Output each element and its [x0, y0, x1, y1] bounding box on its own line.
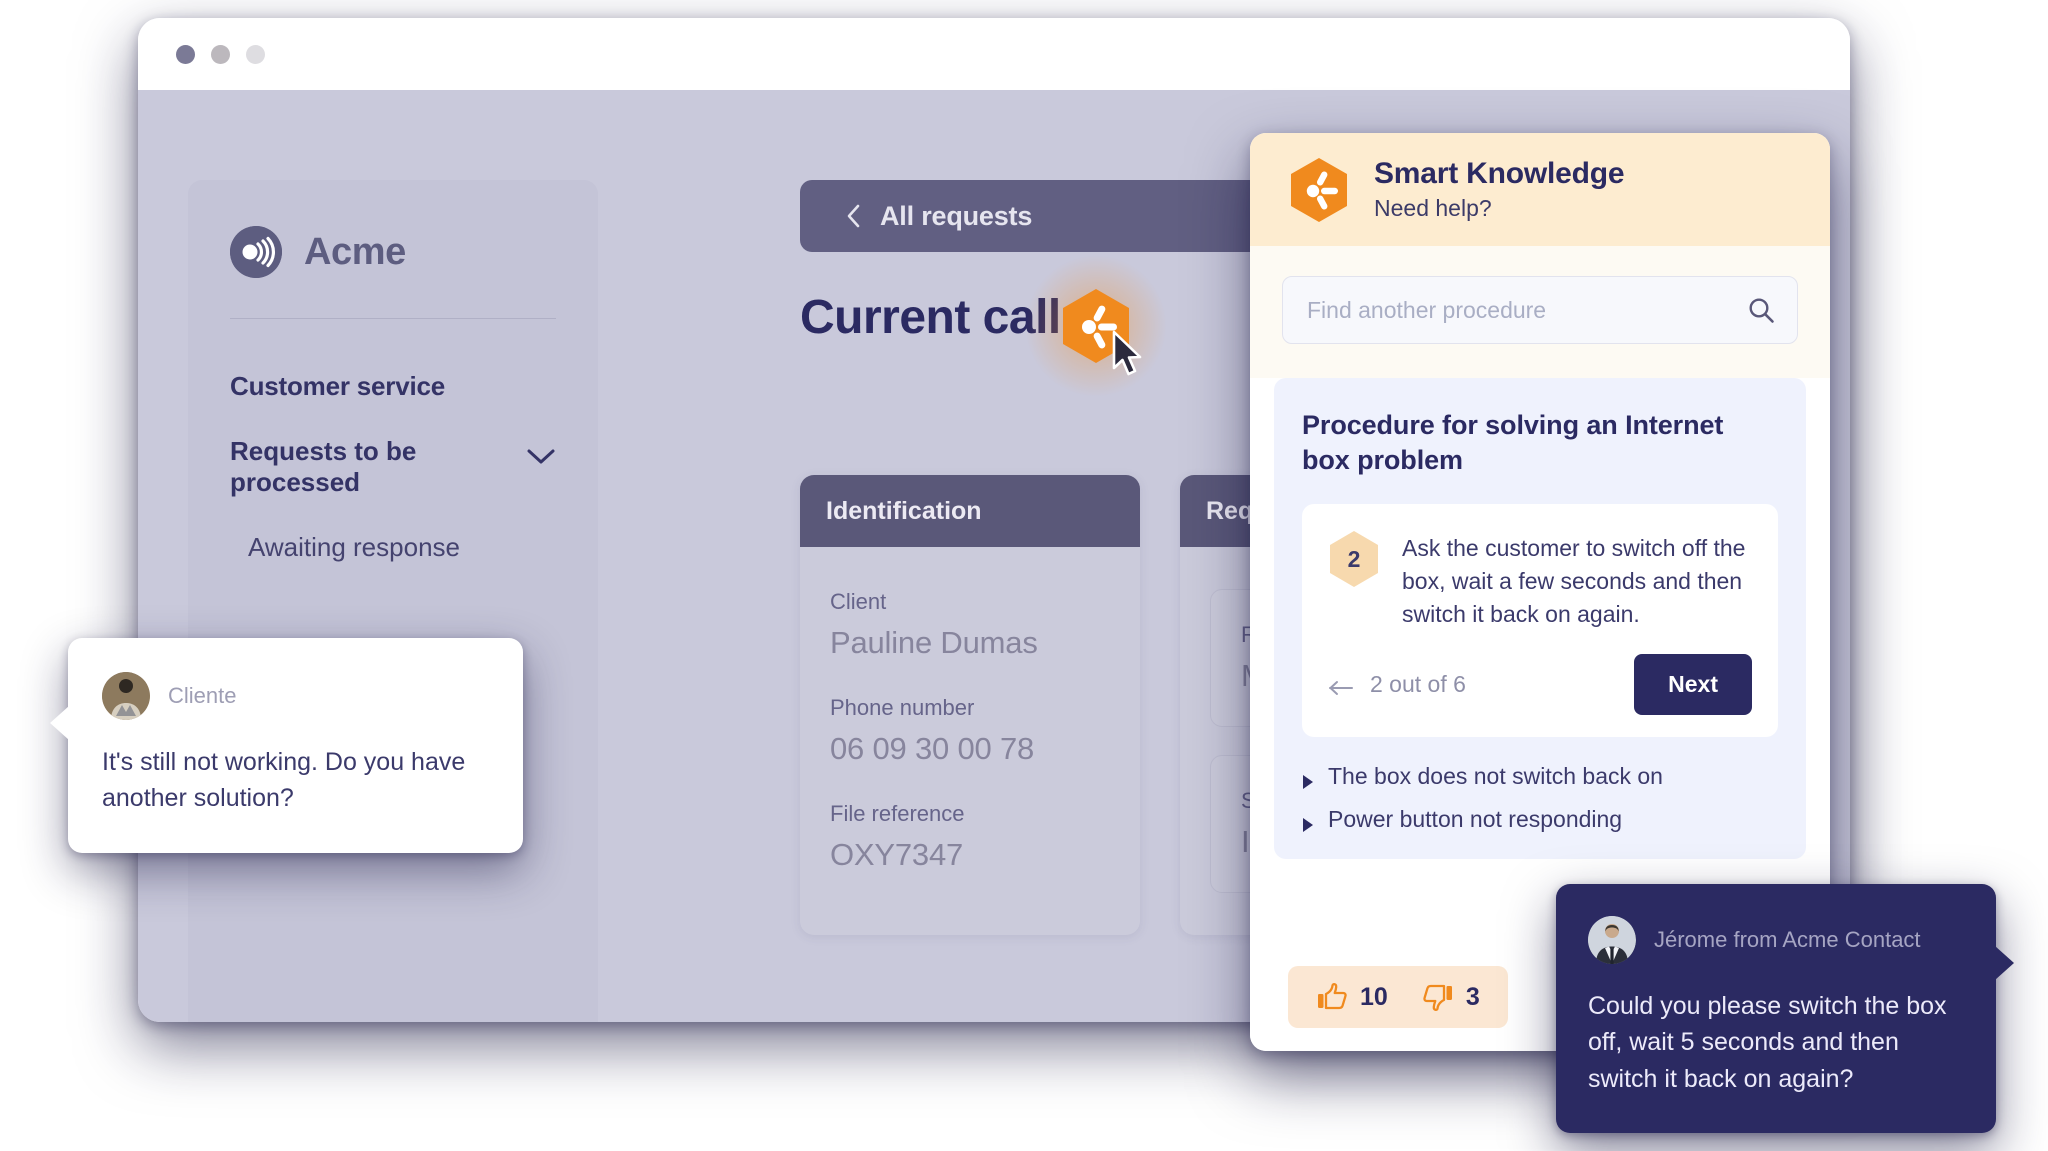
search-box[interactable] — [1282, 276, 1798, 344]
client-chat-bubble: Cliente It's still not working. Do you h… — [50, 638, 523, 853]
chevron-down-icon[interactable] — [526, 448, 556, 466]
related-items-list: The box does not switch back on Power bu… — [1302, 763, 1778, 833]
sidebar-item-awaiting-response[interactable]: Awaiting response — [230, 532, 556, 563]
nav-heading-customer-service: Customer service — [230, 371, 446, 401]
sidebar-nav: Customer service Requests to be processe… — [230, 371, 556, 563]
screenshot-stage: Acme Customer service Requests to be pro… — [0, 0, 2048, 1151]
identification-card: Identification Client Pauline Dumas Phon… — [800, 475, 1140, 935]
field-value: OXY7347 — [830, 837, 964, 872]
bubble-header: Jérome from Acme Contact — [1588, 916, 1964, 964]
procedure-title: Procedure for solving an Internet box pr… — [1302, 410, 1724, 476]
procedure-section: Procedure for solving an Internet box pr… — [1274, 378, 1806, 860]
list-item[interactable]: The box does not switch back on — [1302, 763, 1778, 790]
field-value: Pauline Dumas — [830, 625, 1038, 660]
field-value: 06 09 30 00 78 — [830, 731, 1035, 766]
bubble-author: Jérome from Acme Contact — [1654, 927, 1921, 952]
bubble-text: It's still not working. Do you have anot… — [102, 748, 466, 813]
procedure-step-row: 2 Ask the customer to switch off the box… — [1328, 530, 1752, 630]
sidebar-item-requests-to-be-processed[interactable]: Requests to be processed — [230, 436, 556, 498]
avatar — [102, 672, 150, 720]
sidebar-item-label: Requests to be processed — [230, 436, 417, 498]
next-button[interactable]: Next — [1634, 654, 1752, 716]
procedure-step-nav: 2 out of 6 Next — [1328, 654, 1752, 716]
triangle-right-icon — [1302, 769, 1314, 789]
previous-step-button[interactable]: 2 out of 6 — [1328, 671, 1466, 698]
smart-knowledge-title: Smart Knowledge — [1374, 156, 1625, 190]
field-label: Phone number — [830, 695, 975, 720]
search-icon[interactable] — [1747, 296, 1775, 324]
bubble-author: Cliente — [168, 683, 237, 708]
card-body: Client Pauline Dumas Phone number 06 09 … — [800, 547, 1140, 915]
bubble-header: Cliente — [102, 672, 489, 720]
step-number-hexagon-icon: 2 — [1328, 530, 1380, 588]
field-label: File reference — [830, 801, 965, 826]
thumbs-down-icon[interactable] — [1422, 981, 1454, 1013]
minimize-dot[interactable] — [211, 44, 230, 64]
triangle-right-icon — [1302, 812, 1314, 832]
maximize-dot[interactable] — [246, 44, 265, 64]
all-requests-label: All requests — [880, 200, 1033, 231]
step-number: 2 — [1347, 545, 1361, 572]
avatar — [1588, 916, 1636, 964]
list-item-label: The box does not switch back on — [1328, 763, 1663, 790]
list-item[interactable]: Power button not responding — [1302, 806, 1778, 833]
field-client: Client Pauline Dumas — [830, 589, 1110, 661]
page-title: Current call — [800, 291, 1061, 344]
thumbs-down-count: 3 — [1465, 982, 1480, 1011]
thumbs-up-icon[interactable] — [1316, 981, 1348, 1013]
thumbs-up-count: 10 — [1360, 982, 1388, 1011]
brand-name: Acme — [304, 230, 406, 273]
feedback-pill: 10 3 — [1288, 966, 1508, 1028]
arrow-left-icon[interactable] — [1328, 676, 1354, 695]
acme-signal-logo-icon — [230, 226, 282, 278]
field-label: Client — [830, 589, 887, 614]
smart-knowledge-header: Smart Knowledge Need help? — [1250, 133, 1830, 246]
agent-chat-bubble: Jérome from Acme Contact Could you pleas… — [1556, 884, 2014, 1133]
list-item-label: Power button not responding — [1328, 806, 1623, 833]
sidebar: Acme Customer service Requests to be pro… — [188, 180, 598, 1022]
thumbs-down-vote[interactable]: 3 — [1422, 981, 1480, 1013]
sidebar-divider — [230, 318, 556, 319]
step-text: Ask the customer to switch off the box, … — [1402, 535, 1746, 627]
smart-knowledge-hexagon-icon — [1288, 156, 1350, 224]
step-progress-label: 2 out of 6 — [1370, 671, 1466, 698]
search-input[interactable] — [1307, 296, 1747, 324]
bubble-text: Could you please switch the box off, wai… — [1588, 992, 1947, 1093]
search-section — [1250, 246, 1830, 378]
thumbs-up-vote[interactable]: 10 — [1316, 981, 1388, 1013]
field-phone-number: Phone number 06 09 30 00 78 — [830, 695, 1110, 767]
browser-titlebar — [138, 18, 1850, 90]
close-dot[interactable] — [176, 44, 195, 64]
chevron-left-icon — [846, 203, 862, 229]
smart-knowledge-subtitle: Need help? — [1374, 195, 1492, 222]
procedure-step-card: 2 Ask the customer to switch off the box… — [1302, 504, 1778, 738]
field-file-reference: File reference OXY7347 — [830, 801, 1110, 873]
brand[interactable]: Acme — [230, 226, 556, 278]
smart-knowledge-titles: Smart Knowledge Need help? — [1374, 156, 1625, 223]
mouse-pointer-icon — [1111, 330, 1145, 378]
card-header: Identification — [800, 475, 1140, 547]
